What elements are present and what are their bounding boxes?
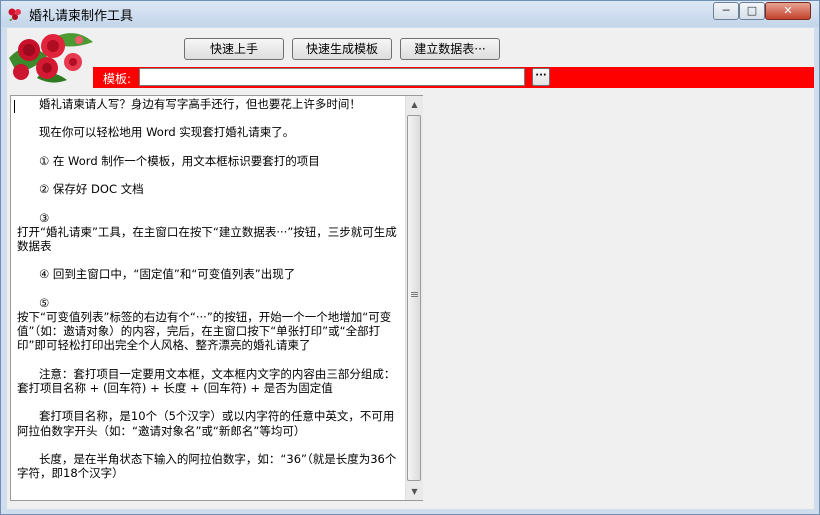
instructions-textbox[interactable]: 婚礼请柬请人写？身边有写字高手还行，但也要花上许多时间！ 现在你可以轻松地用 W… bbox=[10, 95, 423, 501]
scrollbar-thumb[interactable] bbox=[407, 115, 421, 481]
instruction-paragraph bbox=[17, 253, 401, 267]
instruction-paragraph: ① 在 Word 制作一个模板，用文本框标识要套打的项目 bbox=[17, 153, 320, 168]
instruction-paragraph: 按下“可变值列表”标签的右边有个“···”的按钮，开始一个一个地增加“可变值”（… bbox=[17, 310, 392, 353]
rose-icon bbox=[8, 8, 21, 21]
instruction-paragraph: 现在你可以轻松地用 Word 实现套打婚礼请柬了。 bbox=[17, 125, 295, 140]
instruction-paragraph: 婚礼请柬请人写？身边有写字高手还行，但也要花上许多时间！ bbox=[17, 97, 361, 111]
minimize-button[interactable]: ─ bbox=[713, 2, 739, 20]
instruction-paragraph bbox=[17, 353, 401, 367]
instruction-paragraph: 套打项目名称，是10个（5个汉字）或以内字符的任意中英文，不可用阿拉伯数字开头（… bbox=[17, 409, 395, 438]
scroll-up-arrow-icon[interactable]: ▲ bbox=[407, 96, 422, 113]
instruction-paragraph bbox=[17, 438, 401, 452]
template-path-input[interactable] bbox=[139, 68, 525, 86]
instruction-paragraph bbox=[17, 196, 401, 210]
rose-bouquet-logo bbox=[7, 28, 95, 90]
main-client-area: 快速上手 快速生成模板 建立数据表··· 模板: ··· 婚礼请柬请人写？身边有… bbox=[7, 28, 814, 509]
instruction-paragraph bbox=[17, 395, 401, 409]
quick-template-button[interactable]: 快速生成模板 bbox=[292, 38, 392, 60]
instruction-paragraph bbox=[17, 111, 401, 125]
instruction-paragraph bbox=[17, 282, 401, 296]
instruction-paragraph: 注意：套打项目一定要用文本框，文本框内文字的内容由三部分组成：套打项目名称 + … bbox=[17, 366, 396, 396]
instruction-paragraph: ② 保存好 DOC 文档 bbox=[17, 182, 144, 197]
scroll-grip-icon bbox=[411, 292, 418, 298]
instruction-paragraph: 长度，是在半角状态下输入的阿拉伯数字，如：“36”（就是长度为36个字符，即18… bbox=[17, 452, 397, 481]
template-bar: 模板: ··· bbox=[93, 67, 814, 88]
title-bar[interactable]: 婚礼请柬制作工具 ─ □ ✕ bbox=[1, 1, 819, 27]
build-database-button[interactable]: 建立数据表··· bbox=[400, 38, 500, 60]
scroll-down-arrow-icon[interactable]: ▼ bbox=[407, 483, 422, 500]
maximize-button[interactable]: □ bbox=[739, 2, 765, 20]
instruction-paragraph: ③ bbox=[17, 210, 50, 225]
window-title: 婚礼请柬制作工具 bbox=[29, 9, 134, 24]
vertical-scrollbar[interactable]: ▲ ▼ bbox=[405, 96, 423, 500]
quick-start-button[interactable]: 快速上手 bbox=[184, 38, 284, 60]
instruction-paragraph bbox=[17, 168, 401, 182]
instruction-paragraph: ④ 回到主窗口中，“固定值”和“可变值列表”出现了 bbox=[17, 267, 296, 282]
browse-template-button[interactable]: ··· bbox=[532, 68, 550, 86]
instruction-paragraph bbox=[17, 140, 401, 154]
template-label: 模板: bbox=[103, 72, 132, 86]
text-caret bbox=[14, 100, 15, 113]
instruction-paragraph: 打开“婚礼请柬”工具，在主窗口在按下“建立数据表···”按钮，三步就可生成数据表 bbox=[17, 224, 397, 254]
instructions-text: 婚礼请柬请人写？身边有写字高手还行，但也要花上许多时间！ 现在你可以轻松地用 W… bbox=[17, 97, 401, 499]
close-button[interactable]: ✕ bbox=[765, 2, 811, 20]
app-window: 婚礼请柬制作工具 ─ □ ✕ 快速上手 快速生成模板 建立数据表··· 模板: bbox=[0, 0, 820, 515]
instruction-paragraph: ⑤ bbox=[17, 295, 50, 310]
